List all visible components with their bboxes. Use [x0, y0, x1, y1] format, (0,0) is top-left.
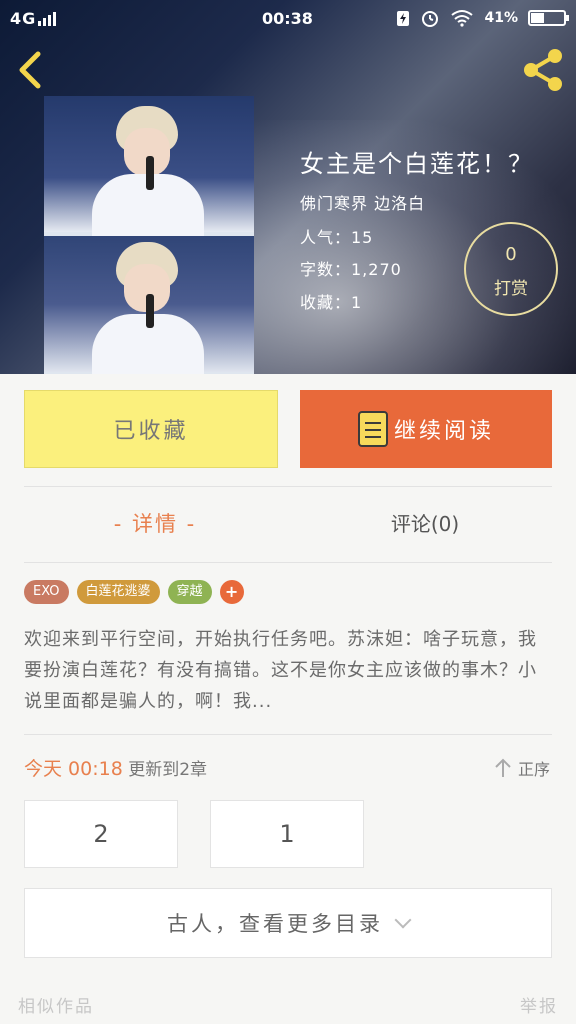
share-button[interactable] [518, 46, 568, 94]
book-popularity: 人气：15 [300, 228, 374, 247]
back-button[interactable] [14, 48, 50, 92]
book-cover [44, 96, 254, 374]
cover-photo-bottom [44, 236, 254, 374]
status-bar: 4G 00:38 41% [0, 0, 576, 38]
add-tag-button[interactable]: + [219, 580, 244, 604]
chapter-number: 1 [279, 820, 295, 848]
continue-reading-button[interactable]: 继续阅读 [300, 390, 552, 468]
tag-bailianhua[interactable]: 白莲花逃婆 [76, 580, 160, 604]
update-time: 今天 00:18 [24, 758, 123, 780]
tab-detail[interactable]: - 详情 - [100, 508, 210, 538]
more-catalog-button[interactable]: 古人，查看更多目录 [24, 888, 552, 958]
arrow-up-icon [495, 758, 511, 777]
book-title: 女主是个白莲花！？ [300, 150, 534, 178]
report-link[interactable]: 举报 [520, 992, 558, 1017]
divider [24, 486, 552, 487]
book-favorites: 收藏：1 [300, 293, 363, 312]
sort-order-button[interactable]: 正序 [494, 756, 550, 780]
tip-button[interactable]: 0 打赏 [464, 222, 558, 316]
tip-label: 打赏 [494, 279, 528, 299]
share-icon [524, 49, 562, 91]
continue-reading-label: 继续阅读 [393, 419, 494, 444]
network-type: 4G [10, 9, 37, 28]
wifi-icon [451, 10, 474, 27]
update-text: 更新到2章 [128, 760, 208, 780]
cover-photo-top [44, 96, 254, 244]
battery-fill [531, 13, 544, 23]
chapter-number: 2 [93, 820, 109, 848]
signal-icon [38, 12, 56, 26]
sort-order-label: 正序 [517, 760, 550, 779]
tip-count: 0 [505, 244, 517, 265]
book-header-banner: 4G 00:38 41% 女主是个白莲花！？ 佛门寒界 边洛白 人气：15 字数… [0, 0, 576, 374]
more-catalog-label: 古人，查看更多目录 [167, 912, 383, 936]
tag-chuanyue[interactable]: 穿越 [167, 580, 212, 604]
book-synopsis[interactable]: 欢迎来到平行空间，开始执行任务吧。苏沫妲：啥子玩意，我要扮演白莲花？有没有搞错。… [24, 624, 552, 718]
battery-percent: 41% [484, 10, 518, 26]
charging-icon [397, 11, 410, 26]
book-icon [357, 411, 388, 447]
chevron-left-icon [19, 51, 41, 89]
update-info: 今天 00:18 更新到2章 [24, 754, 207, 781]
collected-label: 已收藏 [113, 419, 189, 444]
status-icons: 41% [396, 8, 569, 28]
chapter-card[interactable]: 1 [210, 800, 364, 868]
alarm-icon [422, 11, 439, 27]
collected-button[interactable]: 已收藏 [24, 390, 278, 468]
chevron-down-icon [394, 911, 412, 929]
divider [24, 562, 552, 563]
tag-list: EXO 白莲花逃婆 穿越 + [24, 580, 244, 604]
battery-icon [528, 10, 569, 26]
tab-comments[interactable]: 评论(0) [370, 508, 480, 537]
tag-exo[interactable]: EXO [24, 580, 69, 604]
divider [24, 734, 552, 735]
chapter-card[interactable]: 2 [24, 800, 178, 868]
status-time: 00:38 [262, 9, 313, 28]
book-author[interactable]: 佛门寒界 边洛白 [300, 190, 425, 214]
similar-works-link[interactable]: 相似作品 [18, 992, 94, 1017]
book-word-count: 字数：1,270 [300, 260, 402, 279]
